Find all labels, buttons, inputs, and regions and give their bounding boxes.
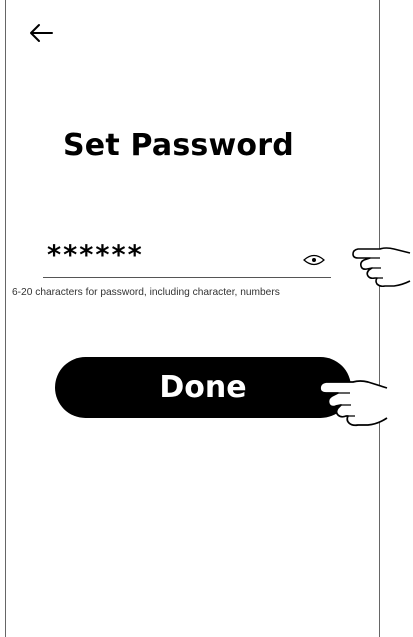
back-arrow-icon[interactable] bbox=[28, 22, 54, 44]
password-field[interactable]: ****** bbox=[43, 238, 331, 278]
eye-icon[interactable] bbox=[303, 253, 325, 267]
pointing-hand-icon bbox=[319, 380, 388, 427]
page-title: Set Password bbox=[63, 128, 294, 163]
password-underline bbox=[43, 277, 331, 278]
phone-screen: Set Password ****** 6-20 characters for … bbox=[5, 0, 380, 637]
password-hint: 6-20 characters for password, including … bbox=[12, 287, 280, 298]
pointing-hand-icon bbox=[352, 247, 411, 288]
password-input-value[interactable]: ****** bbox=[47, 240, 144, 271]
done-button[interactable]: Done bbox=[55, 357, 351, 418]
